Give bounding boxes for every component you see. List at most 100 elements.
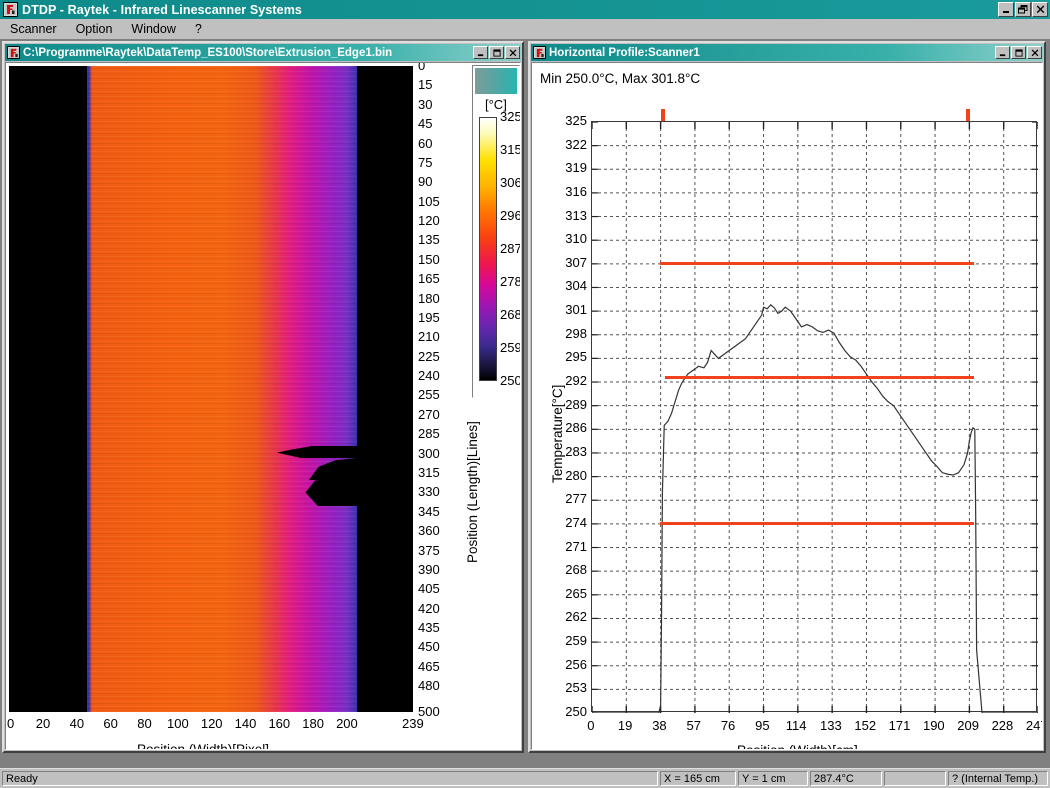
- horizontal-profile-window: Horizontal Profile:Scanner1 Min 250.0°C,…: [528, 41, 1046, 753]
- image-y-axis-label: Position (Length)[Lines]: [465, 421, 480, 563]
- profile-y-tick: 259: [555, 633, 587, 648]
- profile-x-axis-label: Position (Width)[cm]: [737, 743, 858, 750]
- image-y-tick: 435: [418, 620, 440, 635]
- image-y-tick: 285: [418, 426, 440, 441]
- image-y-tick: 15: [418, 77, 432, 92]
- menu-item-help[interactable]: ?: [191, 21, 211, 37]
- image-y-tick: 75: [418, 155, 432, 170]
- image-y-tick: 450: [418, 639, 440, 654]
- thermal-close-button[interactable]: [505, 46, 520, 59]
- profile-close-button[interactable]: [1027, 46, 1042, 59]
- color-scale-tick: 315: [500, 142, 521, 157]
- profile-maximize-button[interactable]: [1011, 46, 1026, 59]
- main-title-bar: DTDP - Raytek - Infrared Linescanner Sys…: [0, 0, 1050, 19]
- image-y-tick: 210: [418, 329, 440, 344]
- image-y-tick: 300: [418, 446, 440, 461]
- menu-item-window[interactable]: Window: [127, 21, 184, 37]
- right-region-marker: [966, 109, 970, 121]
- profile-x-tick: 209: [957, 718, 979, 733]
- image-y-tick: 0: [418, 62, 425, 73]
- profile-y-tick: 253: [555, 680, 587, 695]
- profile-y-tick: 313: [555, 208, 587, 223]
- restore-button[interactable]: [1015, 2, 1031, 17]
- image-x-tick: 0: [7, 716, 14, 731]
- thermal-minimize-button[interactable]: [473, 46, 488, 59]
- image-y-tick: 45: [418, 116, 432, 131]
- profile-y-tick: 316: [555, 184, 587, 199]
- profile-title-bar[interactable]: Horizontal Profile:Scanner1: [531, 44, 1043, 61]
- menu-item-scanner[interactable]: Scanner: [6, 21, 66, 37]
- profile-x-tick: 38: [652, 718, 666, 733]
- app-title-text: DTDP - Raytek - Infrared Linescanner Sys…: [22, 3, 998, 17]
- image-x-tick: 60: [103, 716, 117, 731]
- status-y-position: Y = 1 cm: [738, 771, 808, 786]
- image-x-tick: 160: [268, 716, 290, 731]
- profile-y-tick: 307: [555, 255, 587, 270]
- color-scale-panel: [°C] 325315306296287278268259250: [472, 65, 520, 398]
- profile-y-tick: 319: [555, 160, 587, 175]
- profile-y-tick: 250: [555, 704, 587, 719]
- image-y-tick: 180: [418, 291, 440, 306]
- image-x-tick: 80: [137, 716, 151, 731]
- image-x-tick: 239: [402, 716, 424, 731]
- image-y-tick: 60: [418, 136, 432, 151]
- image-y-tick: 165: [418, 271, 440, 286]
- minimize-button[interactable]: [998, 2, 1014, 17]
- menu-item-option[interactable]: Option: [72, 21, 122, 37]
- profile-title-text: Horizontal Profile:Scanner1: [549, 47, 995, 59]
- image-y-tick: 405: [418, 581, 440, 596]
- image-y-tick: 270: [418, 407, 440, 422]
- profile-curve: [592, 305, 1038, 713]
- image-y-tick: 390: [418, 562, 440, 577]
- image-x-tick: 40: [70, 716, 84, 731]
- image-y-tick: 135: [418, 232, 440, 247]
- profile-x-tick: 76: [721, 718, 735, 733]
- color-scale-tick: 296: [500, 208, 521, 223]
- image-y-tick: 225: [418, 349, 440, 364]
- document-icon: [7, 46, 20, 59]
- image-y-tick: 420: [418, 601, 440, 616]
- image-x-tick: 140: [235, 716, 257, 731]
- color-scale-tick: 325: [500, 109, 521, 124]
- profile-x-tick: 152: [854, 718, 876, 733]
- profile-y-tick: 322: [555, 137, 587, 152]
- profile-x-tick: 95: [755, 718, 769, 733]
- upper-alarm-line: [660, 262, 974, 265]
- profile-x-tick: 0: [587, 718, 594, 733]
- close-button[interactable]: [1032, 2, 1048, 17]
- thermal-maximize-button[interactable]: [489, 46, 504, 59]
- color-scale-tick: 278: [500, 274, 521, 289]
- image-y-tick: 150: [418, 252, 440, 267]
- profile-x-tick: 228: [992, 718, 1014, 733]
- image-x-axis-label: Position (Width)[Pixel]: [137, 742, 269, 750]
- profile-y-tick: 277: [555, 491, 587, 506]
- profile-y-axis-label: Temperature[°C]: [550, 385, 565, 483]
- color-scale-tick: 268: [500, 307, 521, 322]
- profile-y-tick: 295: [555, 349, 587, 364]
- profile-y-tick: 304: [555, 278, 587, 293]
- image-x-tick: 20: [36, 716, 50, 731]
- middle-alarm-line: [665, 376, 974, 379]
- color-scale-header: [475, 68, 517, 94]
- image-y-tick: 315: [418, 465, 440, 480]
- thermal-image-client-area: 0153045607590105120135150165180195210225…: [5, 62, 521, 750]
- status-temperature: 287.4°C: [810, 771, 882, 786]
- thermal-raster-image[interactable]: [9, 66, 413, 712]
- main-window-buttons: [998, 2, 1048, 17]
- status-internal-temp: ? (Internal Temp.): [948, 771, 1048, 786]
- profile-minimize-button[interactable]: [995, 46, 1010, 59]
- color-scale-gradient-bar: [479, 117, 497, 381]
- profile-client-area: Min 250.0°C, Max 301.8°C 250253256259262…: [531, 62, 1043, 750]
- thermal-image-title-bar[interactable]: C:\Programme\Raytek\DataTemp_ES100\Store…: [5, 44, 521, 61]
- profile-y-tick: 271: [555, 539, 587, 554]
- left-region-marker: [661, 109, 665, 121]
- profile-x-tick: 190: [923, 718, 945, 733]
- status-x-position: X = 165 cm: [660, 771, 736, 786]
- image-y-tick: 105: [418, 194, 440, 209]
- color-scale-tick: 250: [500, 373, 521, 388]
- profile-y-tick: 256: [555, 657, 587, 672]
- profile-icon: [533, 46, 546, 59]
- mdi-workspace: C:\Programme\Raytek\DataTemp_ES100\Store…: [0, 39, 1050, 768]
- image-y-tick: 90: [418, 174, 432, 189]
- profile-plot-area[interactable]: [591, 121, 1037, 712]
